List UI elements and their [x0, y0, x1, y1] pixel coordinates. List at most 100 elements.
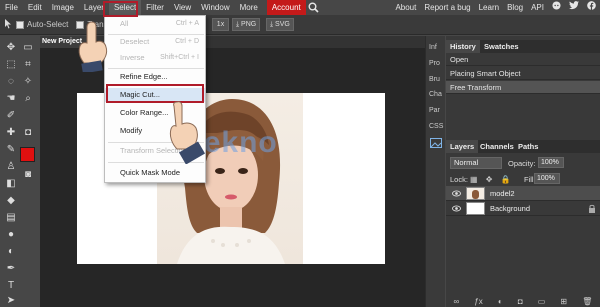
- collapsed-panel-strip: Inf Pro Bru Cha Par CSS: [425, 36, 445, 307]
- layer-thumbnail: [466, 202, 485, 215]
- workspace: sa tekno: [40, 48, 425, 307]
- lock-icons[interactable]: ▦ ✥ 🔒: [470, 175, 514, 184]
- search-icon[interactable]: [306, 0, 322, 15]
- blend-mode-select[interactable]: Normal: [450, 157, 502, 169]
- lock-icon: [589, 204, 595, 213]
- move-tool[interactable]: ✥: [4, 40, 18, 54]
- menu-separator: [108, 68, 204, 69]
- tab-swatches[interactable]: Swatches: [480, 40, 523, 53]
- layer-thumbnail: [466, 187, 485, 200]
- history-panel-tabs: History Swatches: [446, 40, 600, 53]
- tab-paths[interactable]: Paths: [514, 140, 542, 153]
- type-tool[interactable]: T: [4, 278, 18, 292]
- tab-layers[interactable]: Layers: [446, 140, 479, 153]
- quick-mask-icon[interactable]: ◙: [21, 167, 35, 181]
- image-panel-icon[interactable]: [430, 137, 442, 149]
- blend-mode-value: Normal: [454, 158, 479, 167]
- panel-brush[interactable]: Bru: [429, 76, 440, 83]
- lasso-tool[interactable]: ◌: [4, 74, 18, 88]
- menu-item-deselect[interactable]: Deselect Ctrl + D: [105, 35, 205, 49]
- export-svg-button[interactable]: ⤓ SVG: [266, 18, 294, 31]
- brush-tool[interactable]: ✎: [4, 142, 18, 156]
- history-item[interactable]: Placing Smart Object: [446, 67, 600, 80]
- menu-more[interactable]: More: [235, 0, 263, 15]
- crop-tool[interactable]: ⌗: [21, 57, 35, 71]
- menu-item-all[interactable]: All Ctrl + A: [105, 17, 205, 31]
- pointing-hand-icon: [163, 98, 213, 166]
- menu-api[interactable]: API: [527, 0, 548, 15]
- stamp-tool[interactable]: ♙: [4, 159, 18, 173]
- layer-name: Background: [490, 204, 531, 213]
- blur-tool[interactable]: ●: [4, 227, 18, 241]
- panel-css[interactable]: CSS: [429, 123, 443, 130]
- svg-label: SVG: [275, 21, 290, 28]
- menu-about[interactable]: About: [391, 0, 420, 15]
- tab-history[interactable]: History: [446, 40, 480, 53]
- menu-window[interactable]: Window: [196, 0, 234, 15]
- link-icon[interactable]: ∞: [454, 297, 460, 306]
- twitter-icon[interactable]: [565, 0, 583, 15]
- trash-icon[interactable]: 🗑: [582, 297, 592, 306]
- menu-filter[interactable]: Filter: [141, 0, 169, 15]
- fill-tool[interactable]: ◆: [4, 193, 18, 207]
- export-png-button[interactable]: ⤓ PNG: [232, 18, 261, 31]
- folder-icon[interactable]: ▭: [538, 297, 546, 306]
- menu-right: About Report a bug Learn Blog API: [391, 0, 600, 15]
- opacity-label: Opacity:: [508, 159, 536, 168]
- png-label: PNG: [241, 21, 257, 28]
- zoom-select[interactable]: 1x: [212, 18, 229, 31]
- layer-row[interactable]: model2: [446, 186, 600, 201]
- menu-learn[interactable]: Learn: [475, 0, 503, 15]
- menu-file[interactable]: File: [0, 0, 23, 15]
- eye-icon[interactable]: [452, 204, 461, 213]
- layer-row[interactable]: Background: [446, 201, 600, 216]
- panel-paragraph[interactable]: Par: [429, 107, 440, 114]
- magic-wand-tool[interactable]: ✧: [21, 74, 35, 88]
- path-select-tool[interactable]: ➤: [4, 293, 18, 307]
- eraser-tool[interactable]: ◧: [4, 176, 18, 190]
- fill-input[interactable]: 100%: [534, 173, 560, 184]
- panel-character[interactable]: Cha: [429, 91, 442, 98]
- panel-properties[interactable]: Pro: [429, 60, 440, 67]
- effects-icon[interactable]: ƒx: [474, 297, 482, 306]
- menu-bar: File Edit Image Layer Select Filter View…: [0, 0, 600, 15]
- fill-value: 100%: [537, 175, 555, 182]
- hand-tool[interactable]: ☚: [4, 91, 18, 105]
- history-item[interactable]: Open: [446, 53, 600, 66]
- menu-edit[interactable]: Edit: [23, 0, 47, 15]
- marquee-tool[interactable]: ⬚: [4, 57, 18, 71]
- menu-item-refine-edge[interactable]: Refine Edge...: [105, 70, 205, 84]
- menu-blog[interactable]: Blog: [503, 0, 527, 15]
- foreground-color-swatch[interactable]: [20, 147, 35, 162]
- gradient-tool[interactable]: ▤: [4, 210, 18, 224]
- adjustment-icon[interactable]: ◐: [498, 297, 503, 306]
- artboard-tool[interactable]: ▭: [21, 40, 35, 54]
- heal-tool[interactable]: ✚: [4, 125, 18, 139]
- eye-icon[interactable]: [452, 189, 461, 198]
- pointing-hand-icon: [72, 20, 112, 74]
- panel-info[interactable]: Inf: [429, 44, 437, 51]
- camera-tool[interactable]: ◘: [21, 125, 35, 139]
- facebook-icon[interactable]: [583, 0, 600, 15]
- menu-item-quick-mask[interactable]: Quick Mask Mode: [105, 166, 205, 180]
- dodge-tool[interactable]: ◐: [4, 244, 18, 258]
- select-menu-highlight: [103, 1, 138, 17]
- menu-view[interactable]: View: [169, 0, 196, 15]
- auto-select-checkbox[interactable]: [16, 20, 24, 29]
- pen-tool[interactable]: ✒: [4, 261, 18, 275]
- mask-icon[interactable]: ◘: [518, 297, 523, 306]
- new-layer-icon[interactable]: ⊞: [560, 297, 567, 306]
- menu-report-bug[interactable]: Report a bug: [420, 0, 474, 15]
- tab-channels[interactable]: Channels: [476, 140, 518, 153]
- reddit-icon[interactable]: [548, 0, 565, 15]
- zoom-tool[interactable]: ⌕: [21, 91, 35, 105]
- menu-item-inverse[interactable]: Inverse Shift+Ctrl + I: [105, 51, 205, 65]
- menu-account[interactable]: Account: [266, 0, 306, 15]
- menu-image[interactable]: Image: [47, 0, 79, 15]
- eyedropper-tool[interactable]: ✐: [4, 108, 18, 122]
- right-panels: History Swatches Open Placing Smart Obje…: [446, 36, 600, 307]
- layer-name: model2: [490, 189, 515, 198]
- opacity-input[interactable]: 100%: [538, 157, 564, 168]
- history-item[interactable]: Free Transform: [446, 81, 600, 94]
- lock-label: Lock:: [450, 175, 468, 184]
